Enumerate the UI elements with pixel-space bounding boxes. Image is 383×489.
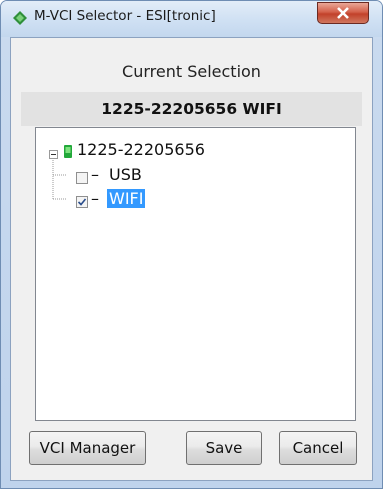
- usb-label: USB: [109, 165, 142, 184]
- cancel-button[interactable]: Cancel: [279, 431, 357, 465]
- tree-root-node[interactable]: 1225-22205656: [46, 140, 246, 162]
- current-selection-value: 1225-22205656 WIFI: [21, 92, 362, 126]
- usb-dash: –: [91, 165, 99, 184]
- current-selection-label: Current Selection: [122, 62, 261, 81]
- wifi-label: WIFI: [107, 189, 146, 208]
- usb-checkbox[interactable]: [76, 169, 88, 188]
- vci-tree-view[interactable]: 1225-22205656 – USB – WIFI: [35, 127, 356, 421]
- diamond-app-icon: [12, 10, 28, 26]
- root-device-label: 1225-22205656: [77, 140, 205, 159]
- wifi-checkbox[interactable]: [76, 193, 88, 212]
- tree-item-usb[interactable]: – USB: [76, 165, 196, 187]
- selector-window: M-VCI Selector - ESI[tronic] Current Sel…: [0, 0, 383, 489]
- vci-manager-button[interactable]: VCI Manager: [29, 431, 146, 465]
- green-device-icon: [64, 143, 72, 162]
- close-icon: [337, 7, 349, 19]
- collapse-icon[interactable]: [49, 144, 58, 163]
- tree-item-wifi[interactable]: – WIFI: [76, 189, 196, 211]
- save-button[interactable]: Save: [186, 431, 262, 465]
- window-title: M-VCI Selector - ESI[tronic]: [34, 8, 216, 24]
- title-bar[interactable]: M-VCI Selector - ESI[tronic]: [1, 1, 382, 37]
- dialog-client-area: Current Selection 1225-22205656 WIFI 122…: [10, 37, 373, 481]
- wifi-dash: –: [91, 189, 99, 208]
- close-button[interactable]: [317, 2, 369, 24]
